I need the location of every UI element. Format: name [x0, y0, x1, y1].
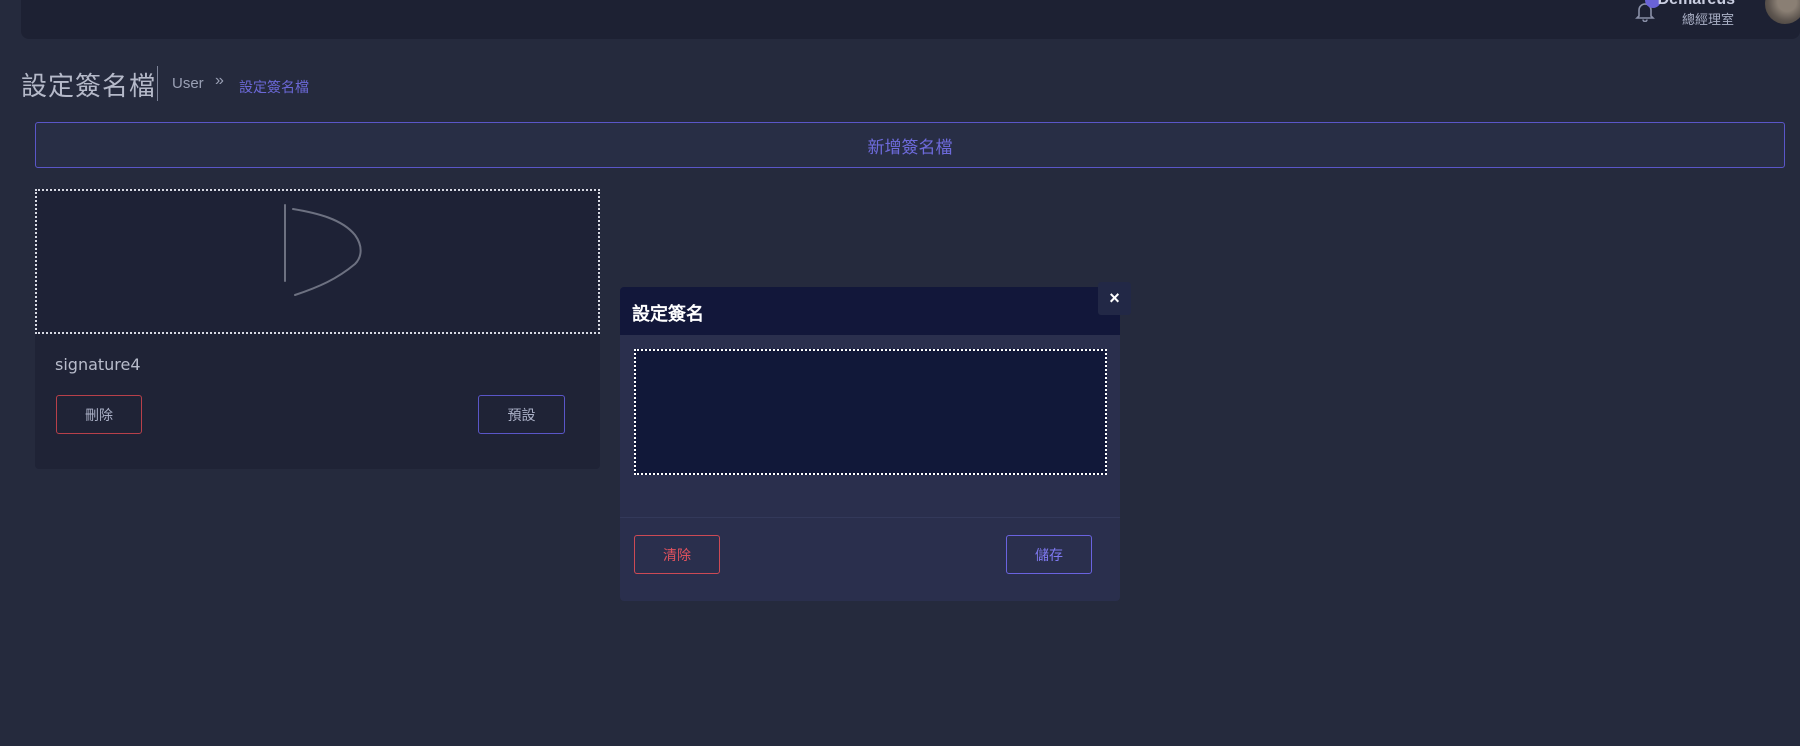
save-button[interactable]: 儲存 — [1006, 535, 1092, 574]
title-divider — [157, 66, 158, 101]
breadcrumb-current: 設定簽名檔 — [239, 80, 309, 96]
signature-preview-image — [35, 189, 600, 334]
modal-header: 設定簽名 — [620, 287, 1120, 335]
breadcrumb-user-link[interactable]: User — [172, 75, 204, 92]
set-default-button[interactable]: 預設 — [478, 395, 565, 434]
user-role: 總經理室 — [1681, 12, 1734, 27]
user-name[interactable]: Demareus — [1658, 0, 1735, 9]
modal-divider — [620, 517, 1120, 518]
close-icon[interactable]: × — [1098, 282, 1131, 315]
clear-button[interactable]: 清除 — [634, 535, 720, 574]
add-signature-button[interactable]: 新增簽名檔 — [35, 122, 1785, 168]
page-title: 設定簽名檔 — [21, 72, 157, 102]
signature-name: signature4 — [55, 355, 141, 374]
signature-card: signature4 刪除 預設 — [35, 189, 600, 469]
signature-stroke — [284, 204, 362, 296]
modal-title: 設定簽名 — [632, 304, 704, 325]
avatar[interactable] — [1765, 0, 1800, 24]
signature-modal: 設定簽名 × 清除 儲存 — [620, 282, 1131, 601]
signature-pad-canvas[interactable] — [634, 349, 1107, 475]
delete-signature-button[interactable]: 刪除 — [56, 395, 142, 434]
top-bar: Demareus 總經理室 — [21, 0, 1800, 39]
page: Demareus 總經理室 設定簽名檔 User » 設定簽名檔 新增簽名檔 s… — [0, 0, 1800, 746]
breadcrumb-separator-icon: » — [215, 72, 224, 89]
